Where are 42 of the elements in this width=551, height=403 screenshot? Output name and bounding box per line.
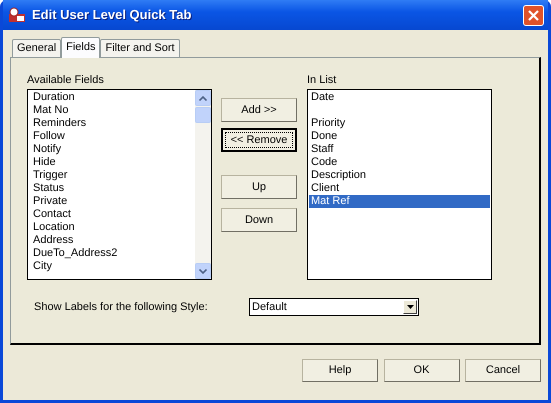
style-dropdown[interactable]: Default bbox=[249, 298, 419, 316]
list-item[interactable]: Contact bbox=[31, 208, 192, 221]
list-item[interactable]: Notify bbox=[31, 143, 192, 156]
move-button[interactable]: Add >> bbox=[221, 98, 297, 122]
list-item[interactable]: Mat No bbox=[31, 104, 192, 117]
available-fields-list[interactable]: Duration Mat No Reminders Follow Notify Hide Trigger Status Private Contact Location Address DueTo_Address2 City bbox=[27, 89, 212, 280]
tab[interactable]: Fields bbox=[61, 37, 100, 58]
list-item[interactable]: DueTo_Address2 bbox=[31, 247, 192, 260]
scroll-thumb[interactable] bbox=[195, 107, 211, 123]
list-item[interactable]: Follow bbox=[31, 130, 192, 143]
list-item[interactable]: Location bbox=[31, 221, 192, 234]
list-item[interactable]: Mat Ref bbox=[309, 195, 490, 208]
list-item[interactable]: Reminders bbox=[31, 117, 192, 130]
list-item[interactable]: Private bbox=[31, 195, 192, 208]
dialog-button[interactable]: OK bbox=[384, 359, 460, 382]
scroll-down-button[interactable] bbox=[195, 263, 211, 279]
move-button[interactable]: Up bbox=[221, 175, 297, 199]
window-title: Edit User Level Quick Tab bbox=[32, 6, 192, 24]
dialog-button[interactable]: Cancel bbox=[465, 359, 541, 382]
dropdown-value: Default bbox=[252, 300, 287, 315]
remove-button[interactable]: << Remove bbox=[221, 128, 297, 152]
chevron-down-icon bbox=[199, 268, 207, 274]
move-button[interactable]: Down bbox=[221, 208, 297, 232]
in-list-label: In List bbox=[307, 73, 338, 88]
app-icon bbox=[8, 7, 26, 23]
tab[interactable]: General bbox=[12, 39, 62, 57]
dropdown-arrow-icon bbox=[406, 305, 414, 309]
chevron-up-icon bbox=[199, 96, 207, 100]
list-item[interactable]: City bbox=[31, 260, 192, 273]
list-item[interactable]: Trigger bbox=[31, 169, 192, 182]
list-item[interactable]: Address bbox=[31, 234, 192, 247]
list-item[interactable]: Duration bbox=[31, 91, 192, 104]
list-item[interactable]: Status bbox=[31, 182, 192, 195]
available-fields-label: Available Fields bbox=[27, 73, 105, 88]
scroll-up-button[interactable] bbox=[195, 90, 211, 106]
tab[interactable]: Filter and Sort bbox=[100, 39, 180, 57]
dialog-button[interactable]: Help bbox=[302, 359, 378, 382]
close-icon bbox=[528, 10, 539, 21]
in-list[interactable]: Date Priority Done Staff Code Description Client Mat Ref bbox=[307, 89, 492, 280]
style-label: Show Labels for the following Style: bbox=[34, 300, 209, 315]
list-item[interactable]: Hide bbox=[31, 156, 192, 169]
close-button[interactable] bbox=[523, 4, 544, 26]
